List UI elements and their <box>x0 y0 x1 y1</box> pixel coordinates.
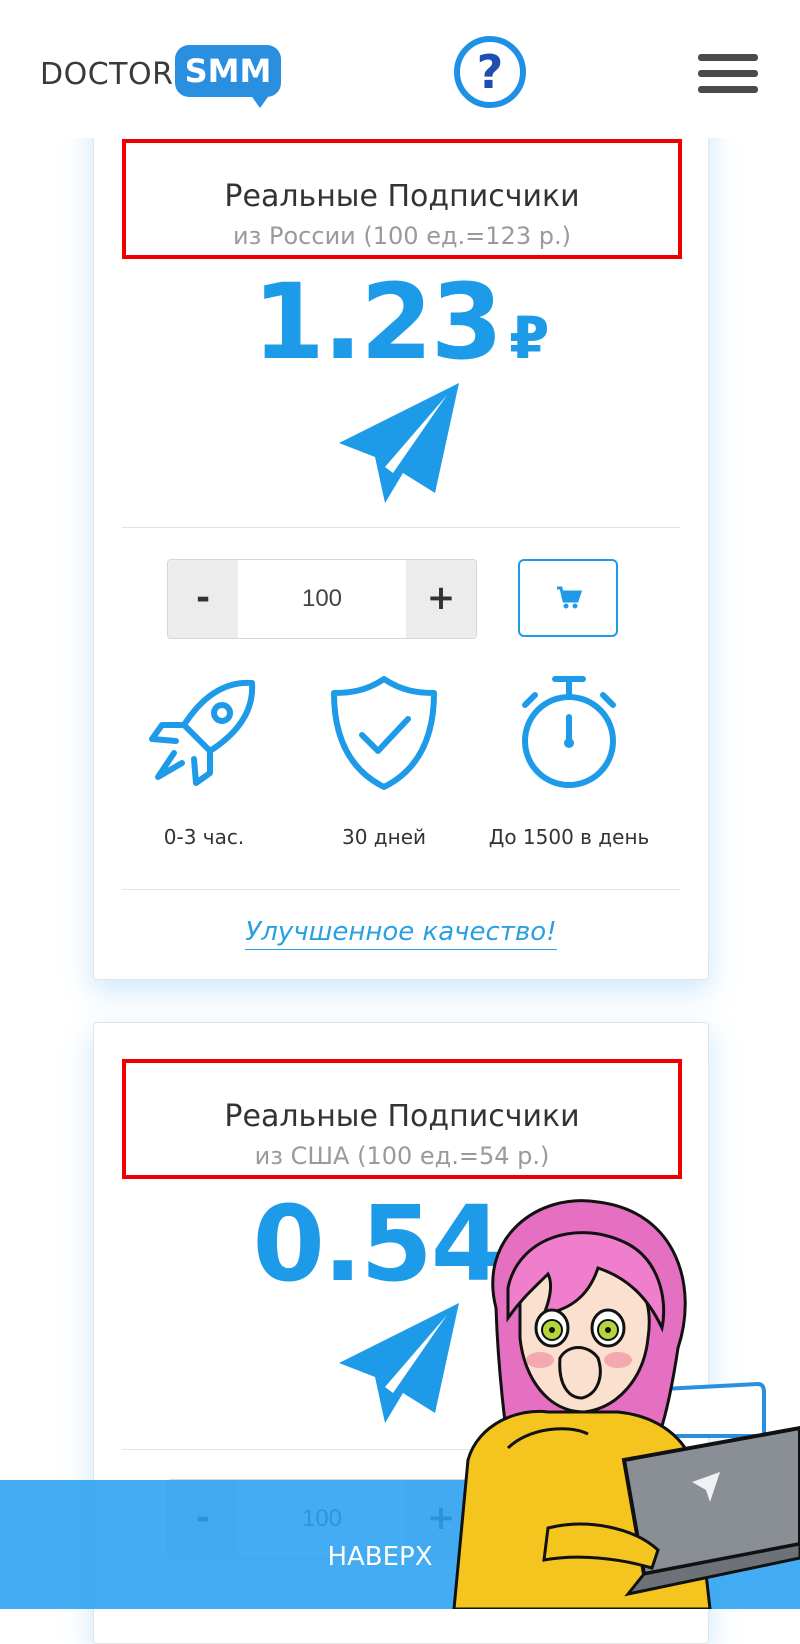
hamburger-menu-icon[interactable] <box>698 54 758 94</box>
stopwatch-icon <box>522 676 616 788</box>
feature-guarantee: 30 дней <box>294 673 474 849</box>
feature-label: 30 дней <box>341 825 426 849</box>
quantity-stepper: - 100 + <box>167 559 477 639</box>
card-title: Реальные Подписчики <box>224 1099 580 1134</box>
currency-symbol: ₽ <box>509 304 550 372</box>
feature-label: 0-3 час. <box>163 825 245 849</box>
decrease-button[interactable]: - <box>168 560 238 638</box>
divider <box>122 889 680 890</box>
logo-text-smm: SMM <box>175 45 281 97</box>
card-title-box: Реальные Подписчики из России (100 ед.=1… <box>122 139 682 259</box>
quality-link-text[interactable]: Улучшенное качество! <box>245 917 557 950</box>
card-subtitle: из США (100 ед.=54 р.) <box>254 1142 550 1170</box>
doctor-smm-logo[interactable]: DOCTOR SMM <box>40 40 290 110</box>
mascot-girl-laptop-icon[interactable] <box>448 1198 800 1611</box>
price-value: 1.23 <box>252 261 504 383</box>
telegram-plane-icon <box>337 381 463 507</box>
feature-speed: До 1500 в день <box>479 673 659 849</box>
feature-start-time: 0-3 час. <box>114 673 294 849</box>
card-title: Реальные Подписчики <box>224 179 580 214</box>
increase-button[interactable]: + <box>406 560 476 638</box>
telegram-plane-icon <box>337 1301 463 1427</box>
logo-text-doctor: DOCTOR <box>40 57 174 92</box>
svg-text:?: ? <box>477 45 504 99</box>
card-subtitle: из России (100 ед.=123 р.) <box>233 222 571 250</box>
rocket-icon <box>149 679 256 786</box>
feature-label: До 1500 в день <box>488 825 650 849</box>
quantity-input[interactable]: 100 <box>238 560 406 638</box>
add-to-cart-button[interactable] <box>518 559 618 637</box>
logo-bubble-tail <box>250 94 270 108</box>
top-header: DOCTOR SMM ? <box>0 0 800 138</box>
product-card-russia: Реальные Подписчики из России (100 ед.=1… <box>93 100 709 980</box>
card-title-box: Реальные Подписчики из США (100 ед.=54 р… <box>122 1059 682 1179</box>
quality-link[interactable]: Улучшенное качество! <box>94 917 708 950</box>
cart-icon <box>557 586 582 609</box>
divider <box>122 527 680 528</box>
question-circle-icon[interactable]: ? <box>452 34 528 110</box>
shield-check-icon <box>331 676 437 790</box>
price: 1.23 ₽ <box>94 261 708 383</box>
